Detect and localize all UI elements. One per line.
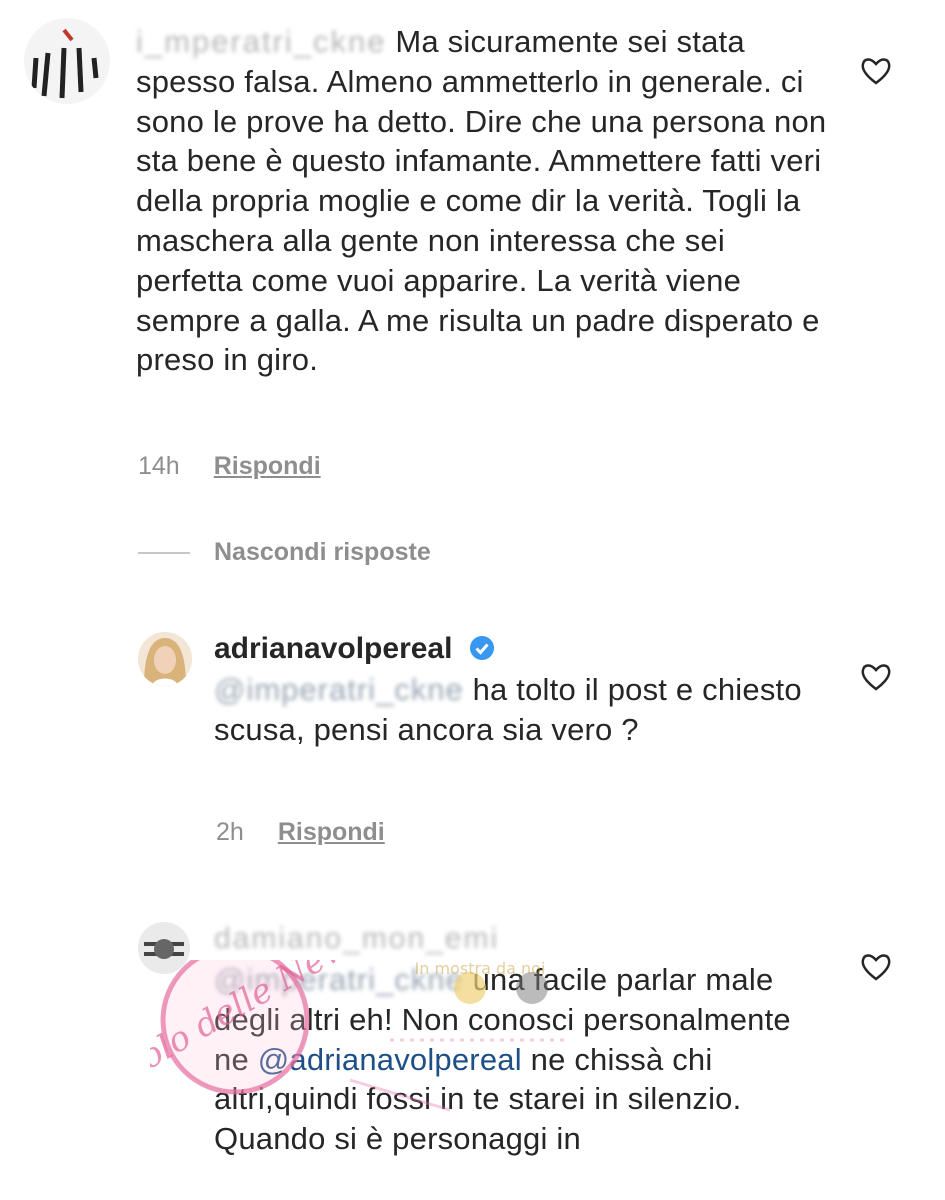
reply-username[interactable]: damiano_mon_emi [214,922,499,956]
like-heart-icon[interactable] [860,662,892,692]
reply-avatar[interactable] [138,922,190,974]
reply-username[interactable]: adrianavolpereal [214,632,495,666]
reply-time: 2h [216,818,244,846]
comment-meta: 14h Rispondi [138,452,321,481]
reply-meta: 2h Rispondi [216,818,385,847]
commenter-username[interactable]: i_mperatri_ckne [136,24,387,59]
reply-button[interactable]: Rispondi [278,818,385,847]
reply-text: @imperatri_ckne ha tolto il post e chies… [214,670,814,750]
divider-line [138,551,190,554]
reply-username-text[interactable]: damiano_mon_emi [214,922,499,955]
reply-text: @imperatri_ckne una facile parlar male d… [214,960,834,1159]
comment-time: 14h [138,452,180,480]
hide-replies-row[interactable]: Nascondi risposte [138,538,431,567]
comment-body: Ma sicuramente sei stata spesso falsa. A… [136,24,827,378]
hide-replies-button[interactable]: Nascondi risposte [214,538,431,567]
like-heart-icon[interactable] [860,56,892,86]
reply-button[interactable]: Rispondi [214,452,321,481]
reply-username-text[interactable]: adrianavolpereal [214,632,452,665]
mention-link[interactable]: @imperatri_ckne [214,962,464,997]
mention-link[interactable]: @imperatri_ckne [214,672,464,707]
mention-link[interactable]: @adrianavolpereal [258,1042,522,1077]
verified-badge-icon [469,636,494,660]
commenter-avatar[interactable] [24,18,110,104]
like-heart-icon[interactable] [860,952,892,982]
comment-text: i_mperatri_ckne Ma sicuramente sei stata… [136,22,836,380]
reply-avatar[interactable] [138,632,192,686]
